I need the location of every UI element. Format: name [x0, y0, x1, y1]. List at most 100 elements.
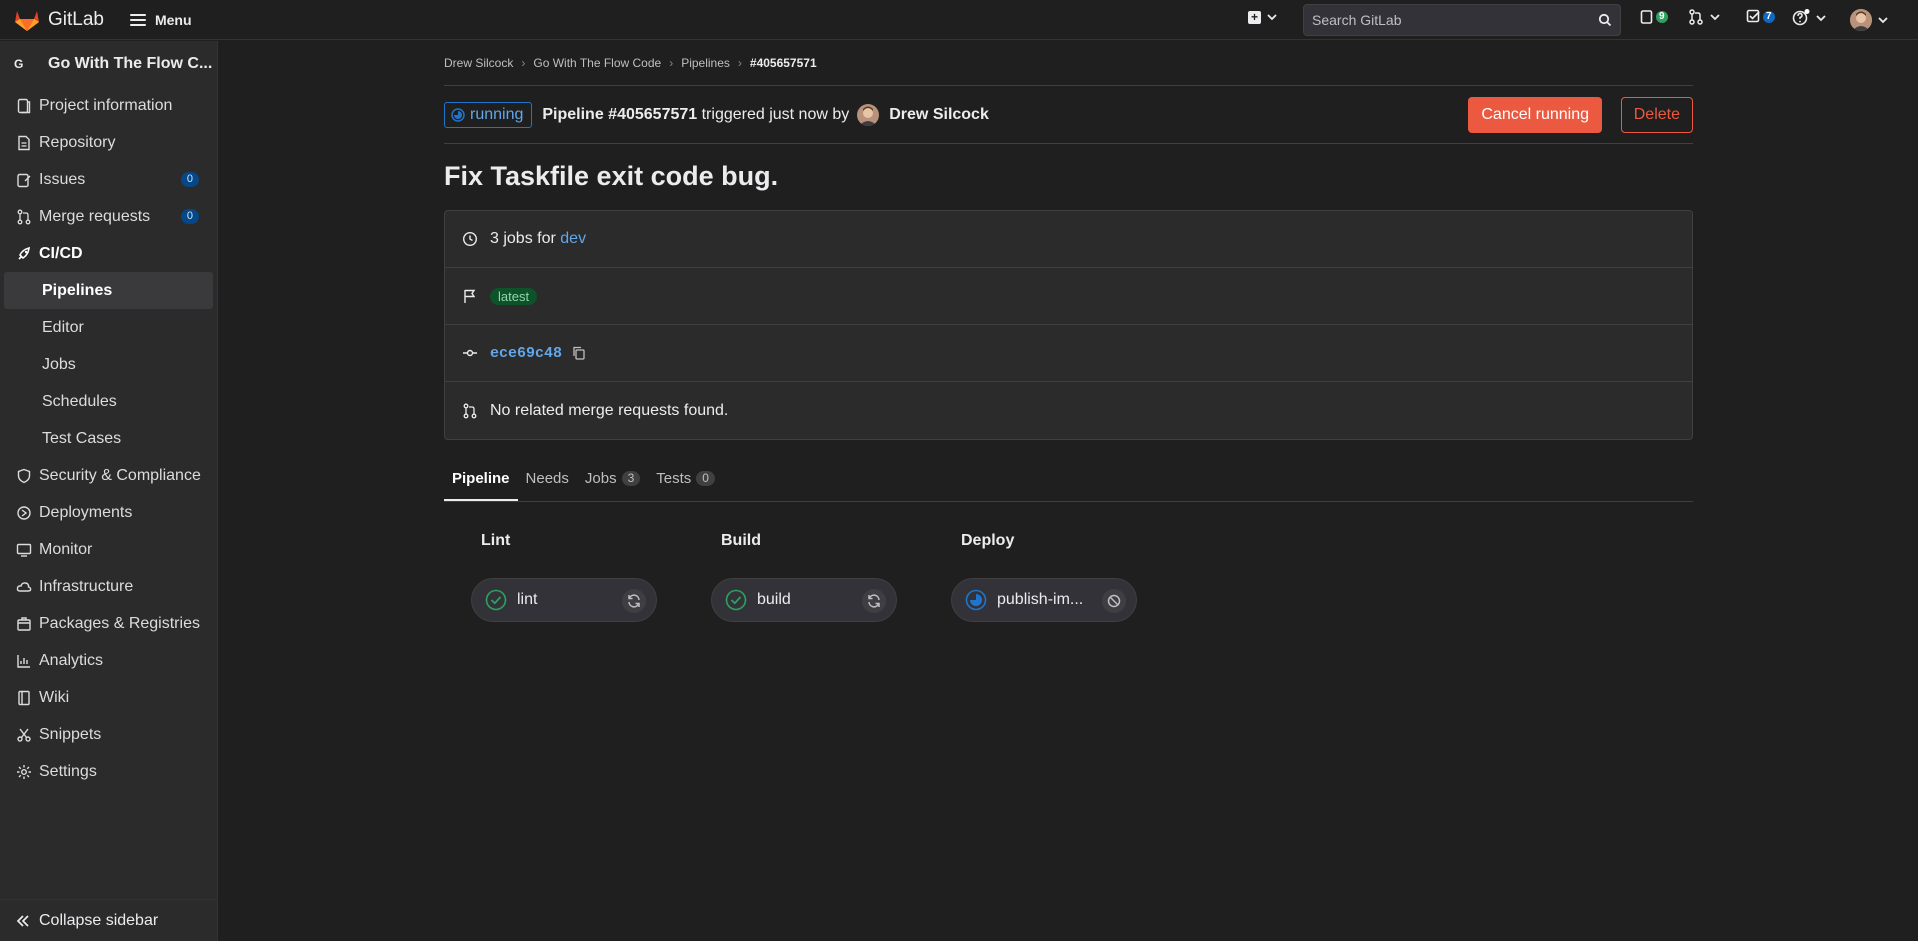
sidebar-item-project-information[interactable]: Project information [0, 87, 217, 124]
sidebar-item-analytics[interactable]: Analytics [0, 642, 217, 679]
cloud-icon [16, 581, 32, 592]
commit-icon [463, 349, 477, 357]
rocket-icon [18, 246, 30, 260]
sidebar-item-packages-registries[interactable]: Packages & Registries [0, 605, 217, 642]
cancel-running-button[interactable]: Cancel running [1468, 97, 1602, 133]
pipeline-info-box: 3 jobs for dev latest ece69c48 No relate… [444, 210, 1693, 440]
merge-request-text: No related merge requests found. [490, 401, 729, 419]
latest-badge: latest [490, 287, 538, 305]
sidebar-subitem-test-cases[interactable]: Test Cases [0, 420, 217, 457]
cancel-icon [1107, 594, 1121, 608]
sidebar-item-repository[interactable]: Repository [0, 124, 217, 161]
sidebar-item-merge-requests[interactable]: Merge requests 0 [0, 198, 217, 235]
branch-link[interactable]: dev [560, 230, 586, 248]
stage-deploy: Deploy publish-im... [924, 532, 1164, 622]
gitlab-home-link[interactable]: GitLab [14, 8, 104, 32]
stage-lint: Lint lint [444, 532, 684, 622]
merge-requests-nav-button[interactable] [1688, 9, 1722, 25]
sidebar-subitem-label: Jobs [42, 355, 76, 373]
copy-icon[interactable] [572, 346, 586, 360]
breadcrumb-pipelines[interactable]: Pipelines [681, 56, 730, 70]
status-badge[interactable]: running [444, 101, 533, 128]
sidebar-item-deployments[interactable]: Deployments [0, 494, 217, 531]
collapse-sidebar-label: Collapse sidebar [39, 911, 159, 929]
retry-button[interactable] [622, 589, 646, 613]
sidebar-item-wiki[interactable]: Wiki [0, 679, 217, 716]
stage-title: Build [721, 532, 761, 549]
search-input[interactable] [1312, 12, 1598, 28]
tab-pipeline[interactable]: Pipeline [444, 470, 518, 501]
delete-button[interactable]: Delete [1620, 97, 1693, 133]
chevron-down-icon [1878, 17, 1888, 24]
sidebar-subitem-label: Test Cases [42, 429, 122, 447]
package-icon [17, 616, 31, 631]
job-lint[interactable]: lint [471, 578, 657, 622]
help-icon [1792, 9, 1810, 26]
tab-label: Jobs [584, 470, 617, 487]
sidebar-item-label: Packages & Registries [39, 614, 200, 632]
breadcrumb-project[interactable]: Go With The Flow Code [533, 56, 661, 70]
cancel-job-button[interactable] [1102, 589, 1126, 613]
search-icon [1598, 13, 1612, 27]
todos-nav-button[interactable]: 7 [1746, 9, 1775, 24]
job-name: build [757, 591, 791, 608]
sidebar-item-label: CI/CD [39, 244, 83, 262]
sidebar-subitem-editor[interactable]: Editor [0, 309, 217, 346]
project-icon [17, 98, 31, 113]
menu-button[interactable]: Menu [129, 11, 192, 28]
sidebar-project-link[interactable]: G Go With The Flow C... [0, 41, 217, 87]
issues-count-badge: 9 [1656, 11, 1668, 23]
avatar [1850, 9, 1872, 31]
success-status-icon [725, 589, 747, 611]
job-name: lint [517, 591, 538, 608]
triggered-by-user[interactable]: Drew Silcock [889, 106, 989, 124]
sidebar-item-cicd[interactable]: CI/CD [0, 235, 217, 272]
sidebar-item-issues[interactable]: Issues 0 [0, 161, 217, 198]
sidebar-item-label: Issues [39, 170, 86, 188]
retry-button[interactable] [862, 589, 886, 613]
commit-sha-link[interactable]: ece69c48 [490, 345, 562, 362]
sidebar-subitem-jobs[interactable]: Jobs [0, 346, 217, 383]
tab-needs[interactable]: Needs [518, 470, 577, 501]
avatar[interactable] [857, 103, 880, 126]
sidebar-item-snippets[interactable]: Snippets [0, 716, 217, 753]
scissors-icon [17, 728, 31, 742]
clock-icon [462, 231, 478, 247]
pipeline-header: running Pipeline #405657571 triggered ju… [444, 86, 1693, 144]
tab-label: Needs [525, 470, 569, 487]
sidebar-item-security-compliance[interactable]: Security & Compliance [0, 457, 217, 494]
job-build[interactable]: build [711, 578, 897, 622]
merge-request-info-row: No related merge requests found. [445, 382, 1692, 439]
user-menu-button[interactable] [1850, 9, 1890, 31]
search-box[interactable] [1303, 4, 1621, 36]
sidebar-item-label: Monitor [39, 540, 93, 558]
sidebar-subitem-schedules[interactable]: Schedules [0, 383, 217, 420]
pipeline-tabs: Pipeline Needs Jobs 3 Tests 0 [444, 456, 1693, 502]
issues-icon [1640, 10, 1653, 24]
tab-jobs[interactable]: Jobs 3 [577, 470, 648, 501]
todo-check-icon [1746, 9, 1760, 23]
stage-title: Deploy [961, 532, 1015, 549]
job-publish-image[interactable]: publish-im... [951, 578, 1137, 622]
sidebar-item-label: Deployments [39, 503, 133, 521]
gitlab-logo-icon [15, 10, 39, 31]
issues-count: 0 [180, 172, 199, 187]
running-status-icon [965, 589, 987, 611]
pipeline-title: Pipeline #405657571 triggered just now b… [542, 106, 849, 124]
sidebar-subitem-label: Schedules [42, 392, 117, 410]
new-dropdown-button[interactable]: + [1248, 10, 1279, 24]
menu-label: Menu [154, 11, 192, 28]
sidebar-item-infrastructure[interactable]: Infrastructure [0, 568, 217, 605]
project-avatar: G [14, 57, 24, 71]
plus-square-icon: + [1248, 10, 1261, 24]
sidebar-item-monitor[interactable]: Monitor [0, 531, 217, 568]
sidebar-subitem-pipelines[interactable]: Pipelines [4, 272, 213, 309]
help-button[interactable] [1792, 9, 1828, 27]
breadcrumb-user[interactable]: Drew Silcock [444, 56, 513, 70]
sidebar-item-settings[interactable]: Settings [0, 753, 217, 790]
doc-icon [18, 135, 30, 150]
collapse-sidebar-button[interactable]: Collapse sidebar [0, 899, 218, 941]
issues-nav-button[interactable]: 9 [1640, 9, 1668, 25]
tab-tests[interactable]: Tests 0 [648, 470, 723, 501]
breadcrumb-current[interactable]: #405657571 [750, 56, 817, 70]
